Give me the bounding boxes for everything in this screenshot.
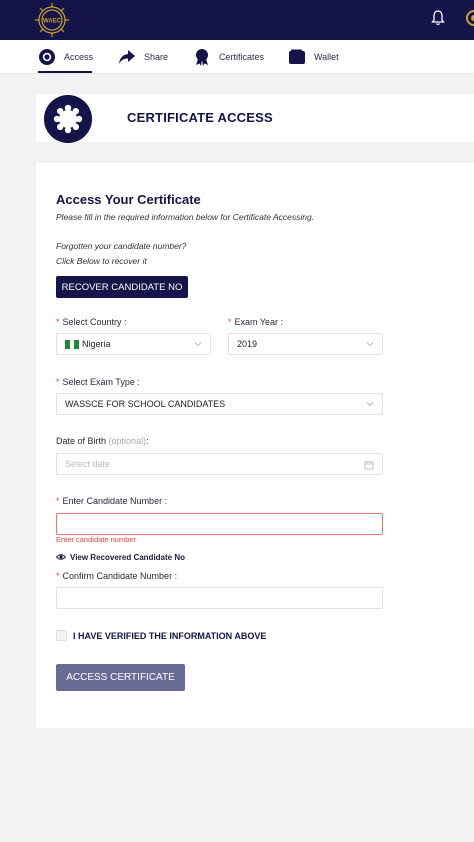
logo-text: WAEC — [43, 19, 62, 25]
recover-candidate-button[interactable]: RECOVER CANDIDATE NO — [56, 276, 188, 298]
chevron-down-icon — [366, 342, 374, 347]
top-app-bar: WAEC — [0, 0, 474, 40]
nigeria-flag-icon — [65, 339, 80, 349]
view-recovered-text: View Recovered Candidate No — [70, 552, 185, 562]
confirm-number-label-text: Confirm Candidate Number — [62, 571, 173, 581]
calendar-icon — [364, 461, 374, 470]
tab-share[interactable]: Share — [118, 40, 168, 74]
candidate-number-label: * Enter Candidate Number : — [56, 496, 168, 506]
tab-certificates[interactable]: Certificates — [193, 40, 264, 74]
certificate-ribbon-icon — [196, 49, 208, 66]
view-recovered-link[interactable]: View Recovered Candidate No — [56, 552, 185, 562]
access-certificate-button[interactable]: ACCESS CERTIFICATE — [56, 664, 185, 691]
exam-type-label-text: Select Exam Type — [62, 377, 135, 387]
verify-checkbox-label[interactable]: I HAVE VERIFIED THE INFORMATION ABOVE — [73, 631, 266, 641]
tab-certificates-label: Certificates — [219, 52, 265, 62]
dob-placeholder: Select date — [65, 459, 111, 469]
share-arrow-icon — [119, 50, 135, 64]
confirm-number-label: * Confirm Candidate Number : — [56, 571, 178, 581]
recover-hint-text: Click Below to recover it — [56, 256, 147, 266]
notification-bell-icon[interactable] — [431, 10, 445, 26]
certificate-seal-icon — [44, 95, 92, 143]
dob-label-text: Date of Birth — [56, 436, 107, 446]
tab-wallet[interactable]: Wallet — [288, 40, 339, 74]
form-subtitle: Please fill in the required information … — [56, 212, 315, 222]
eye-icon — [56, 554, 66, 560]
candidate-number-input[interactable] — [56, 513, 383, 535]
dob-label: Date of Birth (optional): — [56, 436, 149, 446]
tab-wallet-label: Wallet — [314, 52, 339, 62]
exam-year-label-text: Exam Year — [234, 317, 279, 327]
country-value: Nigeria — [82, 339, 111, 349]
forgot-number-text: Forgotten your candidate number? — [56, 241, 187, 251]
settings-gear-icon[interactable] — [462, 6, 474, 30]
form-title: Access Your Certificate — [56, 192, 201, 207]
chevron-down-icon — [194, 342, 202, 347]
country-label-text: Select Country — [62, 317, 122, 327]
exam-type-value: WASSCE FOR SCHOOL CANDIDATES — [65, 399, 226, 409]
exam-year-label: * Exam Year : — [228, 317, 284, 327]
confirm-number-input[interactable] — [56, 587, 383, 609]
tab-share-label: Share — [144, 52, 169, 62]
country-select[interactable]: Nigeria — [56, 333, 211, 355]
tab-access[interactable]: Access — [38, 40, 93, 74]
waec-logo-icon[interactable]: WAEC — [32, 2, 72, 38]
dob-optional-text: (optional) — [108, 436, 147, 446]
dob-input[interactable]: Select date — [56, 453, 383, 475]
country-label: * Select Country : — [56, 317, 127, 327]
exam-type-label: * Select Exam Type : — [56, 377, 140, 387]
candidate-number-label-text: Enter Candidate Number — [62, 496, 163, 506]
exam-year-value: 2019 — [237, 339, 258, 349]
active-tab-indicator — [38, 71, 92, 73]
exam-type-select[interactable]: WASSCE FOR SCHOOL CANDIDATES — [56, 393, 383, 415]
access-badge-icon — [39, 49, 55, 65]
exam-year-select[interactable]: 2019 — [228, 333, 383, 355]
verify-checkbox[interactable] — [56, 630, 67, 641]
page-title: CERTIFICATE ACCESS — [127, 110, 273, 125]
tab-access-label: Access — [64, 52, 94, 62]
candidate-number-error: Enter candidate number — [56, 535, 137, 544]
nav-tabs: Access Share Certificates Wallet — [0, 40, 474, 74]
chevron-down-icon — [366, 402, 374, 407]
wallet-icon — [289, 49, 305, 64]
